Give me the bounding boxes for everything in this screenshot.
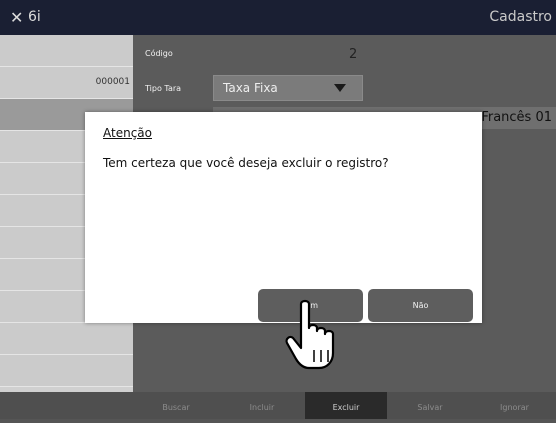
list-item[interactable] [0, 323, 133, 355]
excluir-button[interactable]: Excluir [305, 392, 387, 419]
app-label: 6i [28, 9, 41, 25]
action-toolbar: Buscar Incluir Excluir Salvar Ignorar [0, 392, 556, 419]
list-item[interactable]: 000001 [0, 67, 133, 99]
dialog-message: Tem certeza que você deseja excluir o re… [103, 156, 389, 170]
dialog-title: Atenção [103, 126, 152, 140]
ignorar-button[interactable]: Ignorar [473, 392, 556, 419]
tipo-tara-value: Taxa Fixa [223, 81, 278, 95]
list-item[interactable] [0, 35, 133, 67]
tipo-tara-select[interactable]: Taxa Fixa [213, 75, 363, 101]
no-button[interactable]: Não [368, 289, 473, 322]
buscar-button[interactable]: Buscar [133, 392, 219, 419]
list-item[interactable] [0, 355, 133, 387]
salvar-button[interactable]: Salvar [387, 392, 473, 419]
description-value: Francês 01 [481, 110, 552, 125]
codigo-field[interactable]: 2 [349, 47, 357, 62]
codigo-label: Código [145, 49, 173, 58]
list-item-value: 000001 [95, 77, 130, 87]
close-icon[interactable]: ✕ [10, 8, 23, 27]
tipo-tara-label: Tipo Tara [145, 84, 182, 93]
incluir-button[interactable]: Incluir [219, 392, 305, 419]
confirm-dialog: Atenção Tem certeza que você deseja excl… [85, 112, 482, 323]
chevron-down-icon [334, 84, 346, 92]
hand-pointer-icon [285, 299, 335, 370]
window-title: Cadastro [489, 9, 552, 25]
title-bar: ✕ 6i Cadastro [0, 0, 556, 35]
